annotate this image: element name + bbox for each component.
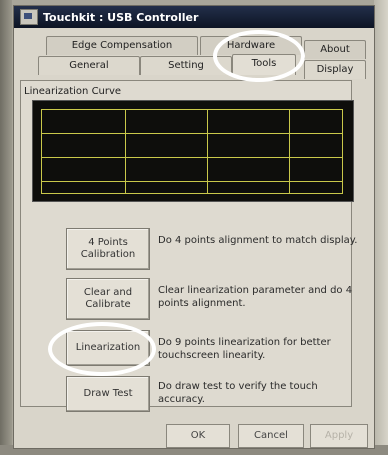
linearization-curve-label: Linearization Curve: [24, 86, 122, 97]
linearization-curve-display: [32, 100, 354, 202]
draw-test-description: Do draw test to verify the touch accurac…: [158, 381, 318, 405]
grid-line: [41, 109, 42, 194]
grid-line: [41, 181, 343, 182]
window-title: Touchkit : USB Controller: [43, 10, 199, 24]
tab-display[interactable]: Display: [304, 60, 366, 79]
tab-tools[interactable]: Tools: [232, 54, 296, 75]
tab-hardware[interactable]: Hardware: [200, 36, 302, 55]
cancel-button[interactable]: Cancel: [238, 424, 304, 448]
grid-line: [207, 109, 208, 194]
linearization-description: Do 9 points linearization for better tou…: [158, 337, 331, 361]
monitor-bezel-right: [374, 0, 388, 455]
grid-line: [125, 109, 126, 194]
grid-line: [289, 109, 290, 194]
linearization-button[interactable]: Linearization: [66, 330, 150, 366]
tab-general[interactable]: General: [38, 56, 140, 75]
apply-button[interactable]: Apply: [310, 424, 368, 448]
tab-strip: Edge Compensation Hardware About General…: [24, 36, 366, 86]
clear-and-calibrate-button[interactable]: Clear and Calibrate: [66, 278, 150, 320]
ok-button[interactable]: OK: [166, 424, 230, 448]
tab-setting[interactable]: Setting: [140, 56, 232, 75]
tab-about[interactable]: About: [304, 40, 366, 59]
grid-line: [41, 109, 343, 110]
four-points-calibration-description: Do 4 points alignment to match display.: [158, 235, 358, 246]
grid-line: [41, 133, 343, 134]
tab-edge-compensation[interactable]: Edge Compensation: [46, 36, 198, 55]
grid-line: [41, 193, 343, 194]
four-points-calibration-button[interactable]: 4 Points Calibration: [66, 228, 150, 270]
draw-test-button[interactable]: Draw Test: [66, 376, 150, 412]
grid-line: [342, 109, 343, 194]
clear-and-calibrate-description: Clear linearization parameter and do 4 p…: [158, 285, 353, 309]
grid-line: [41, 157, 343, 158]
app-icon: [20, 9, 38, 25]
monitor-bezel-left: [0, 0, 12, 455]
title-bar[interactable]: Touchkit : USB Controller: [14, 6, 374, 28]
